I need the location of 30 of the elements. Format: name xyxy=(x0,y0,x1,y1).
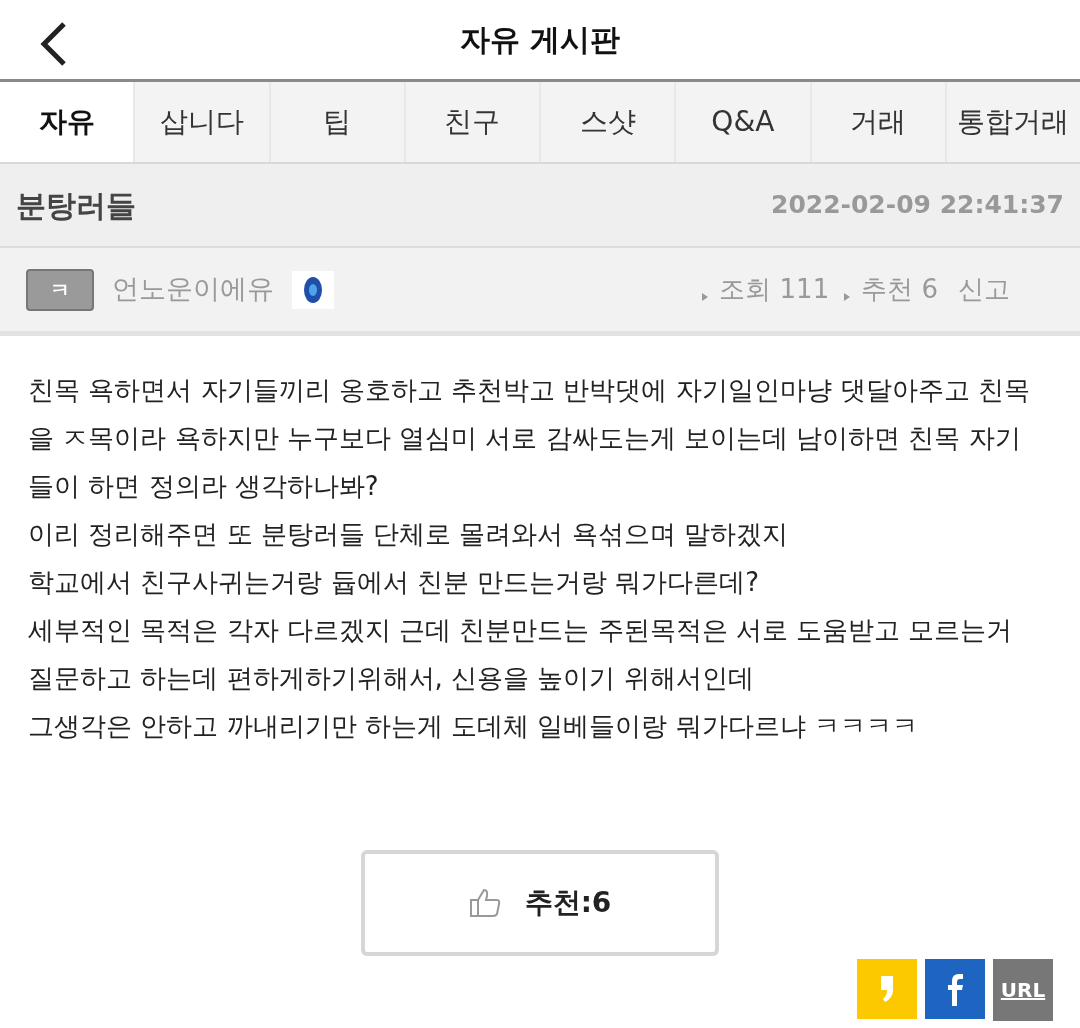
facebook-share-button[interactable] xyxy=(925,959,985,1019)
page-title: 자유 게시판 xyxy=(459,21,621,59)
chevron-icon xyxy=(701,291,710,302)
post-date: 2022-02-09 22:41:37 xyxy=(771,189,1064,222)
tab[interactable]: 팁 xyxy=(270,82,404,162)
body-text: 친목 욕하면서 자기들끼리 옹호하고 추천박고 반박댓에 자기일인마냥 댓달아주고 친목 xyxy=(28,374,1032,407)
view-count: 조회 111 xyxy=(719,273,830,306)
tab[interactable]: 통합거래 xyxy=(946,82,1080,162)
body-text: 이리 정리해주면 또 분탕러들 단체로 몰려와서 욕섞으며 말하겠지 xyxy=(28,518,789,551)
tab[interactable]: 자유 xyxy=(0,82,134,162)
post-title: 분탕러들 xyxy=(16,186,136,225)
tab[interactable]: Q&A xyxy=(676,82,810,162)
body-text: 질문하고 하는데 편하게하기위해서, 신용을 높이기 위해서인데 xyxy=(28,662,755,695)
body-text: 학교에서 친구사귀는거랑 듑에서 친분 만드는거랑 뭐가다른데? xyxy=(28,566,761,599)
like-count: 추천 6 xyxy=(861,273,938,306)
body-text: 들이 하면 정의라 생각하나봐? xyxy=(28,470,380,503)
url-share-button[interactable]: URL xyxy=(993,959,1053,1021)
tab[interactable]: 거래 xyxy=(811,82,945,162)
body-text: 그생각은 안하고 까내리기만 하는게 도데체 일베들이랑 뭐가다르냐 ㅋㅋㅋㅋ xyxy=(28,710,919,743)
tab[interactable]: 친구 xyxy=(405,82,539,162)
facebook-f-icon xyxy=(945,972,965,1006)
chevron-icon xyxy=(843,291,852,302)
thumbs-up-icon xyxy=(468,888,501,918)
level-badge: ㅋ xyxy=(26,268,94,311)
body-text: 세부적인 목적은 각자 다르겠지 근데 친분만드는 주된목적은 서로 도움받고 모르는거 xyxy=(28,614,1014,647)
body-text: 을 ㅈ목이라 욕하지만 누구보다 열심미 서로 감싸도는게 보이는데 남이하면 친목 자기 xyxy=(28,422,1022,455)
author-name: 언노운이에유 xyxy=(112,272,274,307)
tab[interactable]: 스샷 xyxy=(541,82,675,162)
recommend-button[interactable]: 추천:6 xyxy=(361,850,719,956)
tab[interactable]: 삽니다 xyxy=(135,82,269,162)
